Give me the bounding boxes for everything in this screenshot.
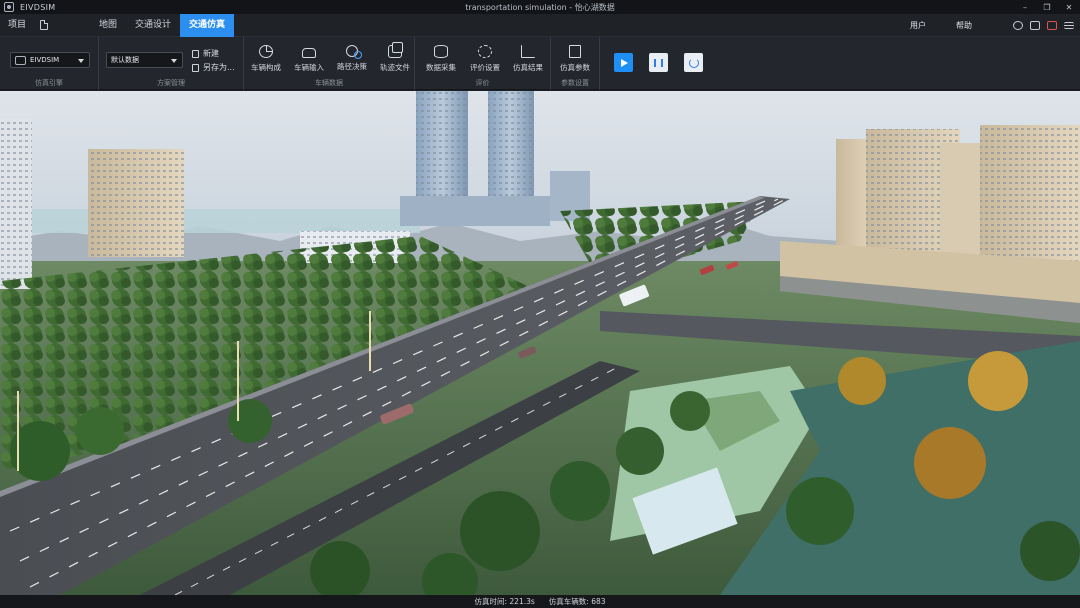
vehicle-composition-label: 车辆构成 — [251, 63, 281, 72]
chart-icon — [521, 45, 535, 58]
simulation-3d-viewport[interactable] — [0, 91, 1080, 595]
car-icon — [302, 48, 316, 58]
window-title: transportation simulation - 怡心湖数据 — [465, 2, 615, 12]
minimize-icon[interactable]: – — [1014, 0, 1036, 14]
simulation-params-label: 仿真参数 — [560, 63, 590, 72]
params-group: 仿真参数 参数设置 — [551, 37, 600, 90]
close-icon[interactable]: ✕ — [1058, 0, 1080, 14]
params-group-label: 参数设置 — [561, 79, 589, 87]
trajectory-file-icon — [388, 42, 403, 58]
menu-user[interactable]: 用户 — [902, 14, 934, 37]
engine-select-value: EIVDSIM — [30, 56, 60, 64]
simulation-results-label: 仿真结果 — [513, 63, 543, 72]
tab-map[interactable]: 地图 — [90, 14, 126, 37]
chevron-down-icon — [171, 59, 177, 63]
params-document-icon — [569, 45, 581, 58]
status-bar: 仿真时间: 221.3s 仿真车辆数: 683 — [0, 595, 1080, 608]
scheme-group-label: 方案管理 — [157, 79, 185, 87]
route-decision-label: 路径决策 — [337, 62, 367, 71]
engine-group-label: 仿真引擎 — [35, 79, 63, 87]
camera-icon[interactable] — [1030, 21, 1040, 30]
evaluation-settings-button[interactable]: 评价设置 — [465, 45, 505, 73]
vehicle-input-label: 车辆输入 — [294, 63, 324, 72]
save-as-icon — [192, 63, 199, 72]
save-as-button-label: 另存为... — [203, 63, 235, 72]
chevron-down-icon — [78, 59, 84, 63]
pie-chart-icon — [259, 45, 273, 58]
engine-group: EIVDSIM 仿真引擎 — [0, 37, 99, 90]
vehicle-input-button[interactable]: 车辆输入 — [289, 45, 329, 73]
restore-icon[interactable]: ❐ — [1036, 0, 1058, 14]
simulation-results-button[interactable]: 仿真结果 — [508, 45, 548, 73]
list-icon[interactable] — [1064, 22, 1074, 29]
ribbon-toolbar: EIVDSIM 仿真引擎 默认数据 新建 另存为... 方案管理 车辆构成 车辆… — [0, 37, 1080, 90]
pause-icon[interactable] — [649, 53, 668, 72]
evaluation-settings-label: 评价设置 — [470, 63, 500, 72]
menu-project[interactable]: 项目 — [0, 14, 34, 37]
simulation-vehicle-count: 仿真车辆数: 683 — [548, 597, 606, 606]
trajectory-file-button[interactable]: 轨迹文件 — [375, 42, 415, 73]
video-icon[interactable] — [1047, 21, 1057, 30]
route-decision-button[interactable]: 路径决策 — [332, 45, 372, 72]
pin-icon[interactable] — [1013, 21, 1023, 30]
vehicle-group-label: 车辆数据 — [315, 79, 343, 87]
new-button[interactable]: 新建 — [192, 48, 219, 59]
new-button-label: 新建 — [203, 49, 219, 58]
trajectory-file-label: 轨迹文件 — [380, 63, 410, 72]
data-collection-button[interactable]: 数据采集 — [421, 45, 461, 73]
scene-render — [0, 91, 1080, 595]
simulation-params-button[interactable]: 仿真参数 — [555, 45, 595, 73]
top-right-toolbar — [1013, 14, 1074, 37]
tab-traffic-simulation[interactable]: 交通仿真 — [180, 13, 235, 37]
scheme-select-value: 默认数据 — [111, 56, 139, 64]
database-icon — [434, 45, 448, 58]
engine-logo-icon — [15, 55, 26, 65]
window-controls: – ❐ ✕ — [1014, 0, 1080, 14]
tab-traffic-design[interactable]: 交通设计 — [126, 14, 180, 37]
engine-select[interactable]: EIVDSIM — [10, 52, 90, 68]
scheme-group: 默认数据 新建 另存为... 方案管理 — [99, 37, 244, 90]
simulation-time: 仿真时间: 221.3s — [474, 597, 535, 606]
route-icon — [346, 45, 362, 59]
play-icon[interactable] — [614, 53, 633, 72]
evaluation-group-label: 评价 — [475, 79, 490, 87]
vehicle-data-group: 车辆构成 车辆输入 路径决策 轨迹文件 车辆数据 — [244, 37, 415, 90]
title-bar: EIVDSIM transportation simulation - 怡心湖数… — [0, 0, 1080, 14]
document-icon[interactable] — [40, 20, 49, 30]
scheme-select[interactable]: 默认数据 — [106, 52, 183, 68]
new-file-icon — [192, 49, 199, 58]
vehicle-composition-button[interactable]: 车辆构成 — [246, 45, 286, 73]
gear-icon — [478, 45, 492, 58]
save-as-button[interactable]: 另存为... — [192, 62, 235, 73]
menu-bar: 项目 地图 交通设计 交通仿真 用户 帮助 — [0, 13, 1080, 37]
menu-help[interactable]: 帮助 — [948, 14, 980, 37]
data-collection-label: 数据采集 — [426, 63, 456, 72]
evaluation-group: 数据采集 评价设置 仿真结果 评价 — [415, 37, 551, 90]
power-icon[interactable] — [684, 53, 703, 72]
